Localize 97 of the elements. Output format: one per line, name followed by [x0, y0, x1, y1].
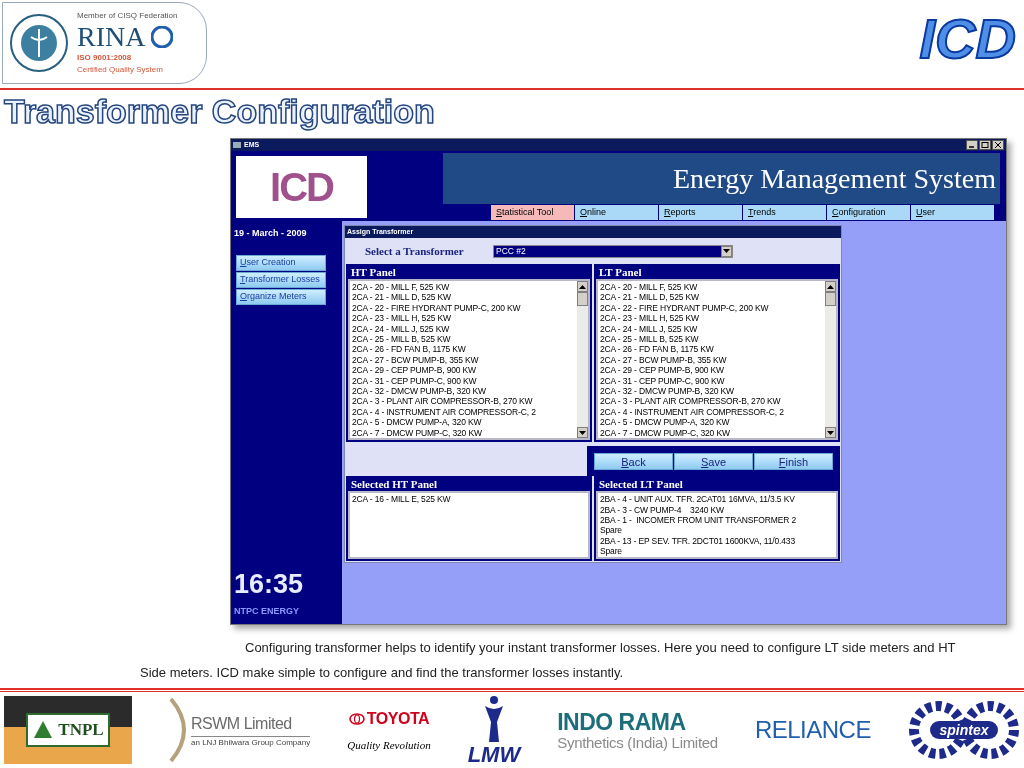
- list-item[interactable]: 2BA - 3 - CW PUMP-4 3240 KW: [600, 504, 834, 515]
- list-item[interactable]: 2CA - 16 - MILL E, 525 KW: [352, 494, 586, 505]
- list-item[interactable]: 2CA - 4 - INSTRUMENT AIR COMPRESSOR-C, 2: [600, 406, 823, 418]
- field-label: Select a Transformer: [365, 243, 465, 259]
- caption-paragraph: Configuring transformer helps to identify your instant transformer losses. Here you need to configure LT side meters and HT Side meters. ICD make simple to configure and find the transformer losses instantly.: [140, 639, 957, 682]
- list-item[interactable]: 2CA - 25 - MILL B, 525 KW: [352, 334, 575, 345]
- scroll-down-icon[interactable]: [825, 427, 836, 439]
- list-item[interactable]: 2CA - 23 - MILL H, 525 KW: [352, 313, 575, 324]
- list-item[interactable]: 2CA - 7 - DMCW PUMP-C, 320 KW: [600, 427, 823, 439]
- scroll-up-icon[interactable]: [577, 281, 588, 292]
- logo-tagline: an LNJ Bhilwara Group Company: [191, 736, 311, 749]
- arc-icon: [169, 697, 188, 763]
- date-label: 19 - March - 2009: [234, 227, 308, 240]
- list-item[interactable]: 2CA - 23 - MILL H, 525 KW: [600, 313, 823, 324]
- list-item[interactable]: 2BA - 1 - INCOMER FROM UNIT TRANSFORMER 2: [600, 514, 834, 526]
- logo-wordmark: RSWM Limited: [191, 711, 311, 737]
- scroll-up-icon[interactable]: [825, 281, 836, 292]
- logo-wordmark: TOYOTA: [366, 708, 430, 729]
- action-button[interactable]: Finish: [754, 452, 833, 470]
- nav-button[interactable]: User Creation: [236, 254, 326, 271]
- list-item[interactable]: 2CA - 21 - MILL D, 525 KW: [600, 292, 823, 303]
- panel-title: LT Panel: [598, 266, 643, 279]
- list-item[interactable]: 2CA - 26 - FD FAN B, 1175 KW: [600, 344, 823, 355]
- logo-wordmark: RELIANCE: [754, 715, 871, 745]
- panel-title: Selected HT Panel: [350, 478, 438, 492]
- list-item[interactable]: 2CA - 3 - PLANT AIR COMPRESSOR-B, 270 KW: [352, 396, 575, 407]
- menu-tab[interactable]: Online: [575, 205, 658, 220]
- list-item[interactable]: 2CA - 20 - MILL F, 525 KW: [600, 282, 823, 293]
- logo-tagline: Quality Revolution: [347, 737, 431, 753]
- panel-title: Selected LT Panel: [598, 478, 684, 492]
- list-item[interactable]: Spare: [600, 546, 834, 557]
- banner-title: Energy Management System: [673, 161, 996, 196]
- logo-tagline: ISO 9001:2008: [77, 52, 133, 64]
- list-item[interactable]: 2BA - 4 - UNIT AUX. TFR. 2CAT01 16MVA, 11/3.5 KV: [600, 494, 834, 505]
- company-logo: ICD: [919, 8, 1016, 70]
- list-item[interactable]: 2CA - 24 - MILL J, 525 KW: [600, 323, 823, 335]
- dropdown-value: PCC #2: [495, 244, 527, 258]
- list-item[interactable]: 2CA - 26 - FD FAN B, 1175 KW: [352, 344, 575, 355]
- gears-icon: [907, 699, 1020, 761]
- list-item[interactable]: 2CA - 22 - FIRE HYDRANT PUMP-C, 200 KW: [352, 302, 575, 314]
- menu-tab[interactable]: Trends: [743, 205, 826, 220]
- list-item[interactable]: 2CA - 7 - DMCW PUMP-C, 320 KW: [352, 427, 575, 439]
- list-item[interactable]: 2CA - 29 - CEP PUMP-B, 900 KW: [600, 365, 823, 376]
- logo-wordmark: INDO RAMA: [557, 709, 687, 734]
- seal-icon: [9, 13, 69, 73]
- brand-footer: NTPC ENERGY: [234, 604, 342, 618]
- list-item[interactable]: 2CA - 4 - INSTRUMENT AIR COMPRESSOR-C, 2: [352, 406, 575, 418]
- list-item[interactable]: 2CA - 31 - CEP PUMP-C, 900 KW: [352, 375, 575, 387]
- panel-title: HT Panel: [350, 266, 397, 279]
- menu-tab[interactable]: Reports: [659, 205, 742, 220]
- action-button[interactable]: Save: [674, 452, 753, 470]
- scrollbar[interactable]: [825, 281, 836, 439]
- logo-wordmark: RINA: [77, 22, 146, 52]
- scrollbar[interactable]: [577, 281, 588, 439]
- logo-wordmark: TNPL: [58, 719, 104, 742]
- badge-icon: [151, 26, 174, 48]
- scroll-down-icon[interactable]: [721, 245, 732, 257]
- scroll-thumb[interactable]: [825, 292, 836, 306]
- list-item[interactable]: 2CA - 25 - MILL B, 525 KW: [600, 334, 823, 345]
- scroll-thumb[interactable]: [577, 292, 588, 306]
- logo-wordmark: spintex: [939, 720, 989, 740]
- action-button[interactable]: Back: [594, 452, 673, 470]
- minimize-icon[interactable]: [966, 140, 978, 150]
- menu-tab[interactable]: Statistical Tool: [491, 205, 574, 220]
- logo-wordmark: LMW: [467, 744, 521, 766]
- list-item[interactable]: 2CA - 20 - MILL F, 525 KW: [352, 282, 575, 293]
- list-item[interactable]: 2CA - 29 - CEP PUMP-B, 900 KW: [352, 365, 575, 376]
- list-item[interactable]: 2CA - 27 - BCW PUMP-B, 355 KW: [600, 354, 823, 366]
- logo-tagline: Certified Quality System: [77, 64, 164, 76]
- list-item[interactable]: 2CA - 22 - FIRE HYDRANT PUMP-C, 200 KW: [600, 302, 823, 314]
- app-logo: ICD: [270, 167, 333, 207]
- maximize-icon[interactable]: [979, 140, 991, 150]
- list-item[interactable]: 2CA - 32 - DMCW PUMP-B, 320 KW: [352, 386, 575, 397]
- list-item[interactable]: 2CA - 5 - DMCW PUMP-A, 320 KW: [352, 417, 575, 428]
- app-icon: [233, 142, 241, 148]
- list-item[interactable]: 2CA - 21 - MILL D, 525 KW: [352, 292, 575, 303]
- menu-tab[interactable]: Configuration: [827, 205, 910, 220]
- nav-button[interactable]: Organize Meters: [236, 288, 326, 305]
- tree-icon: [32, 721, 55, 739]
- list-item[interactable]: 2BA - 13 - EP SEV. TFR. 2DCT01 1600KVA, 11/0.433: [600, 535, 834, 547]
- slide-title: Transformer Configuration: [4, 92, 435, 130]
- menu-tab[interactable]: User: [911, 205, 994, 220]
- list-item[interactable]: 2CA - 5 - DMCW PUMP-A, 320 KW: [600, 417, 823, 428]
- clock: 16:35: [234, 568, 305, 599]
- list-item[interactable]: 2CA - 3 - PLANT AIR COMPRESSOR-B, 270 KW: [600, 396, 823, 407]
- list-item[interactable]: 2CA - 31 - CEP PUMP-C, 900 KW: [600, 375, 823, 387]
- nav-button[interactable]: Transformer Losses: [236, 271, 326, 288]
- scroll-down-icon[interactable]: [577, 427, 588, 439]
- list-item[interactable]: 2CA - 32 - DMCW PUMP-B, 320 KW: [600, 386, 823, 397]
- list-item[interactable]: Spare: [600, 525, 834, 536]
- list-item[interactable]: 2CA - 24 - MILL J, 525 KW: [352, 323, 575, 335]
- close-icon[interactable]: [992, 140, 1004, 150]
- logo-tagline: Synthetics (India) Limited: [557, 733, 718, 751]
- logo-tagline: Member of CISQ Federation: [77, 10, 178, 22]
- ellipse-emblem-icon: [348, 712, 365, 725]
- list-item[interactable]: 2CA - 27 - BCW PUMP-B, 355 KW: [352, 354, 575, 366]
- transformer-dropdown[interactable]: PCC #2: [493, 244, 733, 258]
